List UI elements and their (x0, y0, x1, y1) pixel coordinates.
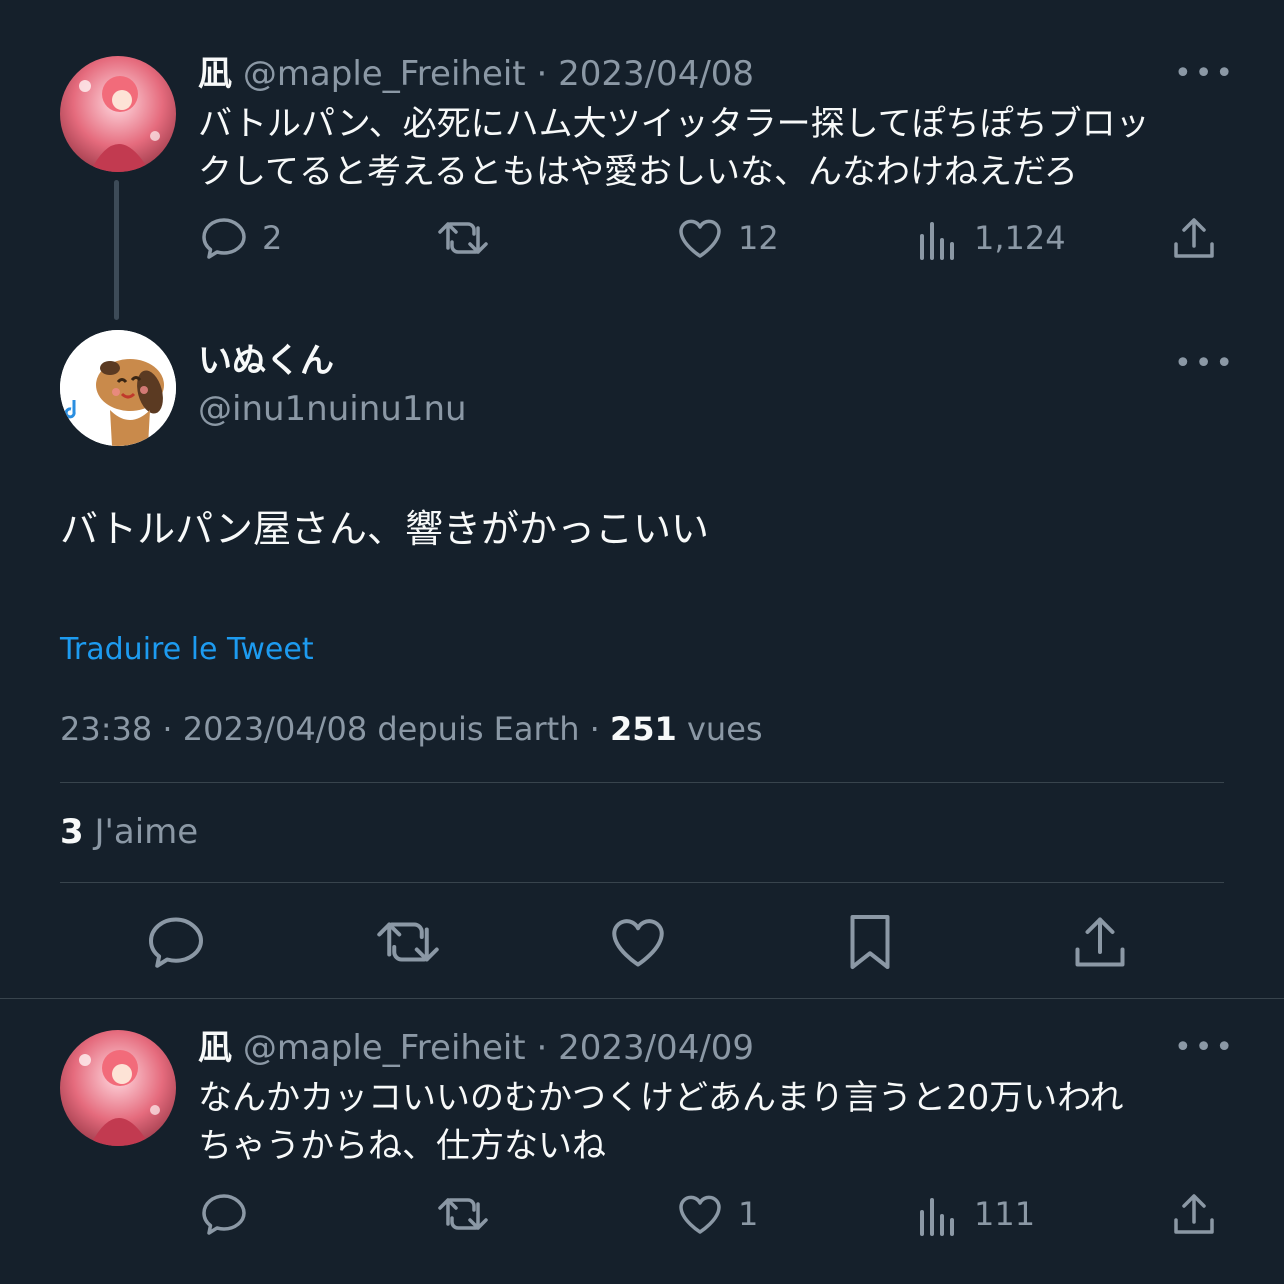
main-likes-count: 3 (60, 812, 84, 852)
main-bookmark-button[interactable] (840, 912, 900, 972)
tweet2-text: なんかカッコいいのむかつくけどあんまり言うと20万いわれ ちゃうからね、仕方ない… (198, 1074, 1124, 1170)
retweet-icon (438, 1198, 488, 1230)
main-tweet-meta: 23:38 · 2023/04/08 depuis Earth · 251 vu… (60, 710, 763, 748)
tweet1-like-count: 12 (738, 219, 779, 257)
tweet2-author-name[interactable]: 凪 (198, 1028, 232, 1068)
heart-icon (679, 1195, 721, 1234)
divider-top (60, 782, 1224, 783)
thread-line (114, 180, 119, 320)
avatar-maple[interactable] (60, 56, 176, 172)
main-more-icon[interactable]: ••• (1174, 346, 1236, 381)
divider-middle (60, 882, 1224, 883)
heart-icon (679, 219, 721, 258)
tweet1-header: 凪 @maple_Freiheit · 2023/04/08 (198, 52, 754, 96)
tweet2-share-button[interactable] (1170, 1190, 1218, 1238)
share-icon (1174, 218, 1214, 258)
analytics-icon (920, 222, 954, 260)
bookmark-icon (850, 915, 890, 969)
main-likes-summary[interactable]: 3 J'aime (60, 812, 198, 852)
main-handle[interactable]: @inu1nuinu1nu (198, 386, 467, 432)
main-view-label: vues (686, 710, 763, 748)
tweet1-author-name[interactable]: 凪 (198, 54, 232, 94)
main-view-count: 251 (610, 710, 677, 748)
tweet1-views-button[interactable]: 1,124 (916, 214, 1066, 262)
divider-bottom (0, 998, 1284, 999)
reply-icon (202, 1194, 246, 1235)
tweet2-retweet-button[interactable] (436, 1190, 490, 1238)
tweet2-handle[interactable]: @maple_Freiheit (243, 1028, 526, 1068)
main-like-button[interactable] (608, 912, 668, 972)
tweet2-text-line2: ちゃうからね、仕方ないね (198, 1126, 606, 1166)
retweet-icon (438, 222, 488, 254)
share-icon (1075, 917, 1125, 967)
reply-icon (202, 218, 246, 259)
tweet1-like-button[interactable]: 12 (676, 214, 779, 262)
main-time[interactable]: 23:38 (60, 710, 152, 748)
main-share-button[interactable] (1070, 912, 1130, 972)
tweet2-like-button[interactable]: 1 (676, 1190, 758, 1238)
main-date-source[interactable]: 2023/04/08 depuis Earth (183, 710, 580, 748)
tweet1-reply-count: 2 (262, 219, 283, 257)
share-icon (1174, 1194, 1214, 1234)
tweet2-views-button[interactable]: 111 (916, 1190, 1035, 1238)
main-reply-button[interactable] (146, 912, 206, 972)
retweet-icon (377, 922, 439, 962)
tweet2-more-icon[interactable]: ••• (1174, 1030, 1236, 1065)
tweet1-text-line2: クしてると考えるともはや愛おしいな、んなわけねえだろ (198, 152, 1078, 192)
tweet1-view-count: 1,124 (974, 219, 1066, 257)
avatar-inukun[interactable] (60, 330, 176, 446)
tweet1-date[interactable]: 2023/04/08 (558, 54, 754, 94)
main-tweet-text: バトルパン屋さん、響きがかっこいい (60, 507, 710, 551)
avatar-maple-reply[interactable] (60, 1030, 176, 1146)
main-meta-separator-2: · (589, 710, 600, 748)
translate-tweet-link[interactable]: Traduire le Tweet (60, 632, 314, 667)
main-meta-separator: · (162, 710, 173, 748)
tweet2-header: 凪 @maple_Freiheit · 2023/04/09 (198, 1026, 754, 1070)
tweet2-like-count: 1 (738, 1195, 759, 1233)
tweet1-text: バトルパン、必死にハム大ツイッタラー探してぽちぽちブロッ クしてると考えるともは… (198, 100, 1150, 196)
tweet1-share-button[interactable] (1170, 214, 1218, 262)
tweet2-date[interactable]: 2023/04/09 (558, 1028, 754, 1068)
tweet1-separator: · (536, 54, 548, 94)
tweet2-separator: · (536, 1028, 548, 1068)
tweet2-reply-button[interactable] (200, 1190, 248, 1238)
tweet1-handle[interactable]: @maple_Freiheit (243, 54, 526, 94)
tweet1-retweet-button[interactable] (436, 214, 490, 262)
tweet1-more-icon[interactable]: ••• (1174, 56, 1236, 91)
tweet2-view-count: 111 (974, 1195, 1036, 1233)
tweet1-reply-button[interactable]: 2 (200, 214, 282, 262)
main-retweet-button[interactable] (374, 912, 442, 972)
heart-icon (612, 919, 664, 967)
tweet1-text-line1: バトルパン、必死にハム大ツイッタラー探してぽちぽちブロッ (198, 104, 1150, 144)
main-likes-label: J'aime (94, 812, 199, 852)
tweet2-text-line1: なんかカッコいいのむかつくけどあんまり言うと20万いわれ (198, 1078, 1124, 1118)
reply-icon (149, 917, 203, 968)
main-author-name[interactable]: いぬくん (198, 338, 334, 384)
analytics-icon (920, 1198, 954, 1236)
